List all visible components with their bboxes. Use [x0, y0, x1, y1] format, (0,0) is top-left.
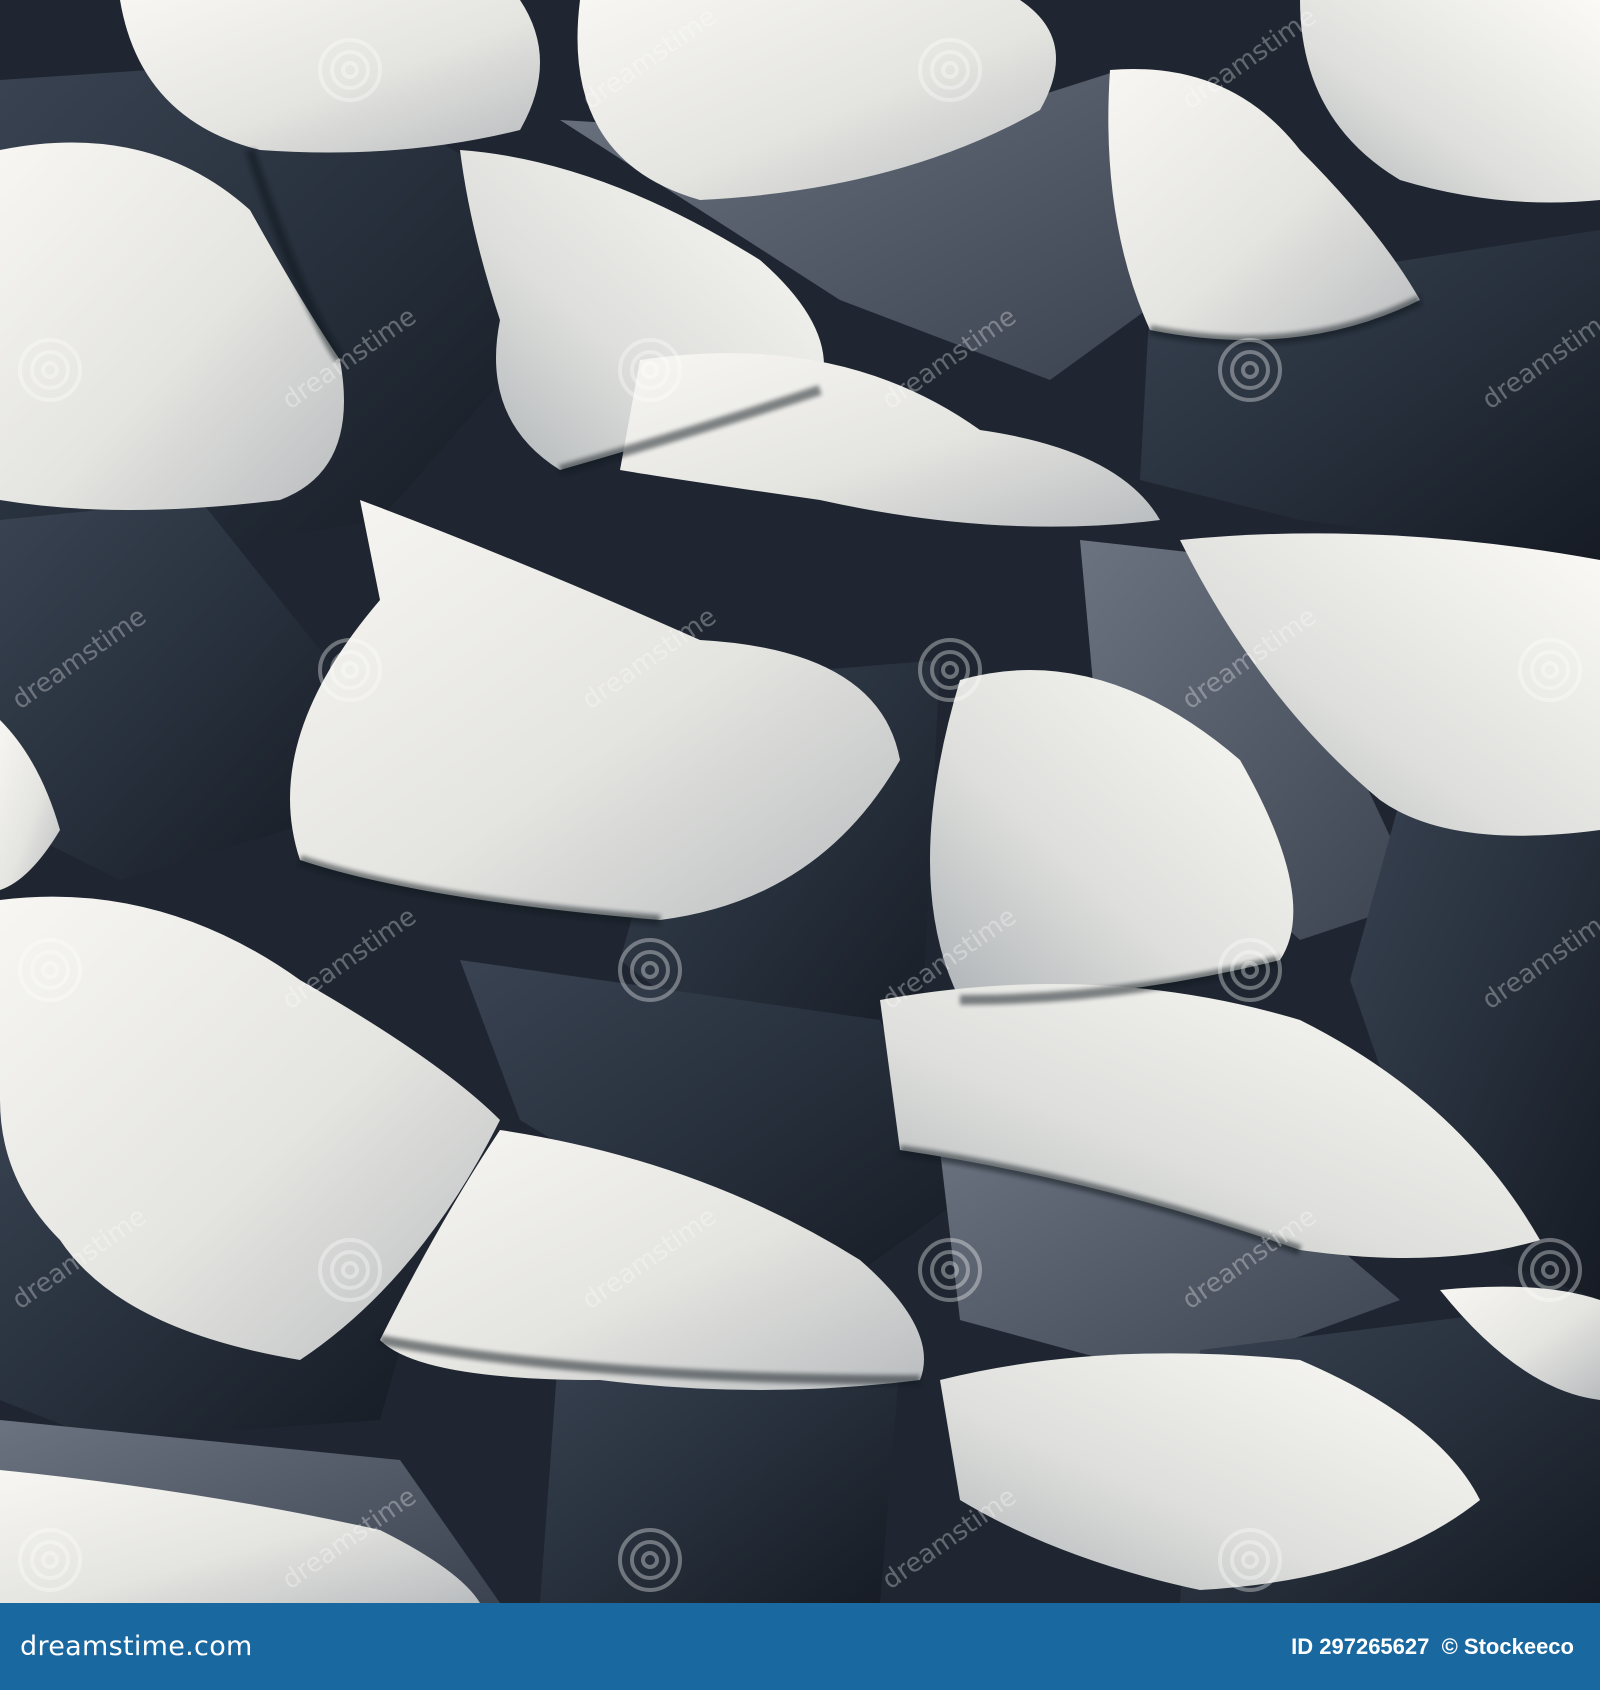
brand-name[interactable]: dreamstime.com	[20, 1631, 253, 1662]
image-credit[interactable]: © Stockeeco	[1442, 1634, 1574, 1659]
stock-photo-page: dreamstime dreamstime dreamstime dreamst…	[0, 0, 1600, 1690]
image-meta: ID 297265627 © Stockeeco	[1291, 1634, 1574, 1660]
stock-footer-bar: dreamstime.com ID 297265627 © Stockeeco	[0, 1603, 1600, 1690]
abstract-tile-render: dreamstime dreamstime dreamstime dreamst…	[0, 0, 1600, 1603]
image-id: ID 297265627	[1291, 1633, 1430, 1659]
